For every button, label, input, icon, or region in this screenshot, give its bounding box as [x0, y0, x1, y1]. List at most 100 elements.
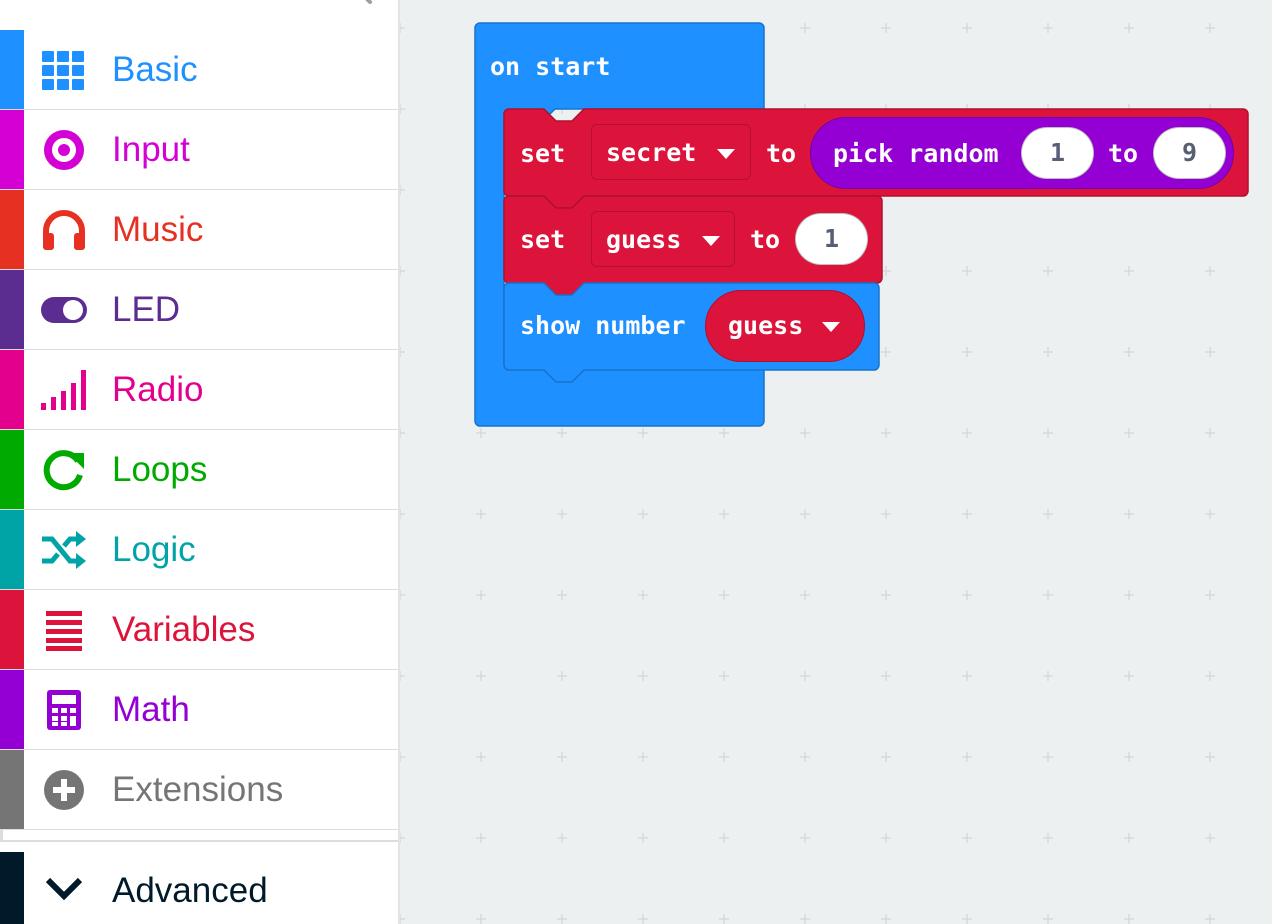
plus-circle-icon [40, 769, 88, 811]
grid-cross [400, 509, 405, 519]
grid-cross [1043, 590, 1053, 600]
grid-cross [800, 914, 810, 924]
grid-cross [400, 671, 405, 681]
grid-cross [881, 428, 891, 438]
workspace[interactable]: on start set secret to pick random 1 to … [400, 0, 1272, 924]
on-start-label: on start [490, 52, 611, 81]
grid-cross [1205, 347, 1215, 357]
grid-cross [1205, 671, 1215, 681]
grid-cross [719, 752, 729, 762]
set-label: set [520, 225, 566, 254]
grid-cross [1205, 914, 1215, 924]
category-logic[interactable]: Logic [0, 510, 398, 590]
search-icon[interactable] [352, 0, 378, 8]
grid-cross [881, 833, 891, 843]
category-variables[interactable]: Variables [0, 590, 398, 670]
grid-cross [962, 833, 972, 843]
grid-cross [476, 671, 486, 681]
grid-cross [1124, 266, 1134, 276]
to-label: to [766, 139, 797, 168]
random-max-input[interactable]: 9 [1153, 127, 1226, 179]
dropdown-arrow-icon [717, 149, 735, 159]
grid-cross [962, 671, 972, 681]
grid-cross [1205, 752, 1215, 762]
grid-cross [1043, 428, 1053, 438]
toolbox: Basic Input Music LED Radio Loops Logic … [0, 0, 400, 924]
grid-cross [1043, 671, 1053, 681]
category-led[interactable]: LED [0, 270, 398, 350]
grid-cross [638, 590, 648, 600]
variable-dropdown-secret[interactable]: secret [591, 124, 751, 180]
category-input[interactable]: Input [0, 110, 398, 190]
category-label: Radio [112, 370, 204, 409]
grid-cross [962, 752, 972, 762]
category-label: Extensions [112, 770, 284, 809]
list-lines-icon [40, 609, 88, 651]
toggle-icon [40, 289, 88, 331]
grid-cross [962, 590, 972, 600]
category-color-stripe [0, 670, 24, 749]
grid-cross [1043, 914, 1053, 924]
grid-cross [800, 590, 810, 600]
grid-cross [400, 428, 405, 438]
grid-cross [962, 428, 972, 438]
grid-cross [962, 509, 972, 519]
category-extensions[interactable]: Extensions [0, 750, 398, 830]
refresh-icon [40, 449, 88, 491]
grid-cross [881, 914, 891, 924]
grid-cross [476, 590, 486, 600]
category-advanced[interactable]: Advanced [0, 852, 398, 924]
variable-reporter-guess[interactable]: guess [705, 290, 865, 362]
grid-cross [800, 509, 810, 519]
grid-cross [800, 671, 810, 681]
headphones-icon [40, 209, 88, 251]
grid-cross [881, 671, 891, 681]
dropdown-arrow-icon [822, 322, 840, 332]
category-label: Advanced [112, 871, 268, 910]
variable-dropdown-guess[interactable]: guess [591, 211, 735, 267]
grid-cross [719, 671, 729, 681]
grid-cross [800, 752, 810, 762]
grid-cross [557, 671, 567, 681]
category-basic[interactable]: Basic [0, 30, 398, 110]
grid-cross [400, 23, 405, 33]
grid-cross [400, 104, 405, 114]
category-color-stripe [0, 270, 24, 349]
to-label: to [1108, 139, 1139, 168]
grid-cross [400, 266, 405, 276]
grid-cross [1124, 428, 1134, 438]
grid-cross [1124, 23, 1134, 33]
grid-cross [557, 752, 567, 762]
grid-cross [719, 590, 729, 600]
grid-cross [962, 23, 972, 33]
grid-cross [1205, 590, 1215, 600]
grid-cross [962, 266, 972, 276]
category-label: Basic [112, 50, 198, 89]
calculator-icon [40, 689, 88, 731]
variable-name: guess [728, 311, 804, 340]
grid-cross [476, 752, 486, 762]
random-min-input[interactable]: 1 [1021, 127, 1094, 179]
grid-cross [1043, 266, 1053, 276]
category-color-stripe [0, 750, 24, 829]
category-color-stripe [0, 852, 24, 924]
guess-value-input[interactable]: 1 [795, 213, 868, 265]
category-label: LED [112, 290, 181, 329]
grid-cross [476, 509, 486, 519]
category-loops[interactable]: Loops [0, 430, 398, 510]
grid-cross [1043, 509, 1053, 519]
grid-cross [1043, 833, 1053, 843]
shuffle-icon [40, 529, 88, 571]
grid-cross [557, 509, 567, 519]
category-math[interactable]: Math [0, 670, 398, 750]
to-label: to [750, 225, 781, 254]
category-label: Logic [112, 530, 196, 569]
grid-cross [719, 914, 729, 924]
category-music[interactable]: Music [0, 190, 398, 270]
grid-cross [1124, 914, 1134, 924]
grid-cross [400, 833, 405, 843]
category-radio[interactable]: Radio [0, 350, 398, 430]
grid-cross [1043, 347, 1053, 357]
variable-name: secret [606, 138, 697, 167]
grid-cross [800, 23, 810, 33]
